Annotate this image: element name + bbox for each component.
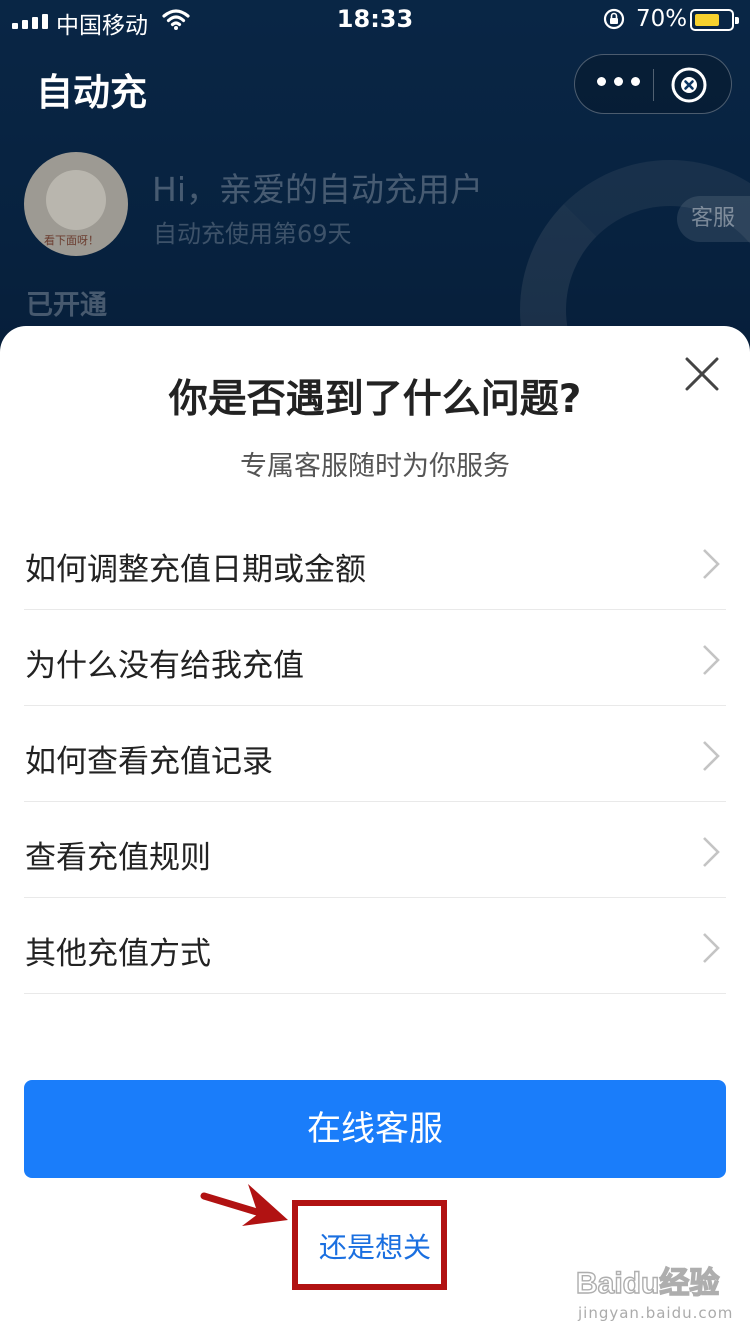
rotation-lock-icon xyxy=(603,8,625,30)
faq-item-view-records[interactable]: 如何查看充值记录 xyxy=(24,706,726,802)
chevron-right-icon xyxy=(703,837,720,867)
usage-days-text: 自动充使用第69天 xyxy=(153,220,352,248)
opened-status: 已开通 xyxy=(26,290,107,321)
annotation-arrow-icon xyxy=(200,1184,288,1226)
faq-item-view-rules[interactable]: 查看充值规则 xyxy=(24,802,726,898)
avatar-sticker-text: 看下面呀！ xyxy=(44,234,99,247)
faq-item-adjust-date-amount[interactable]: 如何调整充值日期或金额 xyxy=(24,514,726,610)
faq-item-label: 如何查看充值记录 xyxy=(25,744,273,780)
page-title: 自动充 xyxy=(36,71,147,114)
faq-item-label: 为什么没有给我充值 xyxy=(25,648,304,684)
faq-item-label: 其他充值方式 xyxy=(25,936,211,972)
svg-text:Baidu经验: Baidu经验 xyxy=(576,1266,719,1300)
capsule-divider xyxy=(653,69,654,101)
avatar-face xyxy=(46,170,106,230)
battery-fill xyxy=(695,14,719,26)
chevron-right-icon xyxy=(703,549,720,579)
chevron-right-icon xyxy=(703,741,720,771)
faq-item-label: 查看充值规则 xyxy=(25,840,211,876)
avatar: 看下面呀！ xyxy=(24,152,128,256)
annotation-highlight-box xyxy=(292,1200,447,1290)
baidu-logo-watermark: Baidu经验 xyxy=(576,1265,720,1300)
sheet-subtitle: 专属客服随时为你服务 xyxy=(240,451,510,482)
greeting-text: Hi，亲爱的自动充用户 xyxy=(152,170,483,209)
baidu-jingyan-watermark: Baidu经验 jingyan.baidu.com xyxy=(572,1262,742,1324)
chevron-right-icon xyxy=(703,645,720,675)
help-bottom-sheet: 你是否遇到了什么问题? 专属客服随时为你服务 如何调整充值日期或金额 为什么没有… xyxy=(0,326,750,1334)
sheet-title: 你是否遇到了什么问题? xyxy=(168,377,582,422)
battery-percent: 70% xyxy=(636,6,688,32)
close-circle-icon[interactable] xyxy=(670,66,708,104)
faq-item-label: 如何调整充值日期或金额 xyxy=(25,552,366,588)
mini-program-capsule xyxy=(574,54,732,114)
customer-service-tab[interactable]: 客服 xyxy=(677,196,750,242)
more-icon[interactable] xyxy=(597,77,641,91)
watermark-url: jingyan.baidu.com xyxy=(578,1304,734,1322)
battery-icon xyxy=(690,9,739,31)
faq-list: 如何调整充值日期或金额 为什么没有给我充值 如何查看充值记录 查看充值规则 其他… xyxy=(24,514,726,994)
status-bar: 中国移动 18:33 70% xyxy=(0,0,750,40)
online-service-button[interactable]: 在线客服 xyxy=(24,1080,726,1178)
chevron-right-icon xyxy=(703,933,720,963)
faq-item-other-methods[interactable]: 其他充值方式 xyxy=(24,898,726,994)
faq-item-why-not-recharged[interactable]: 为什么没有给我充值 xyxy=(24,610,726,706)
